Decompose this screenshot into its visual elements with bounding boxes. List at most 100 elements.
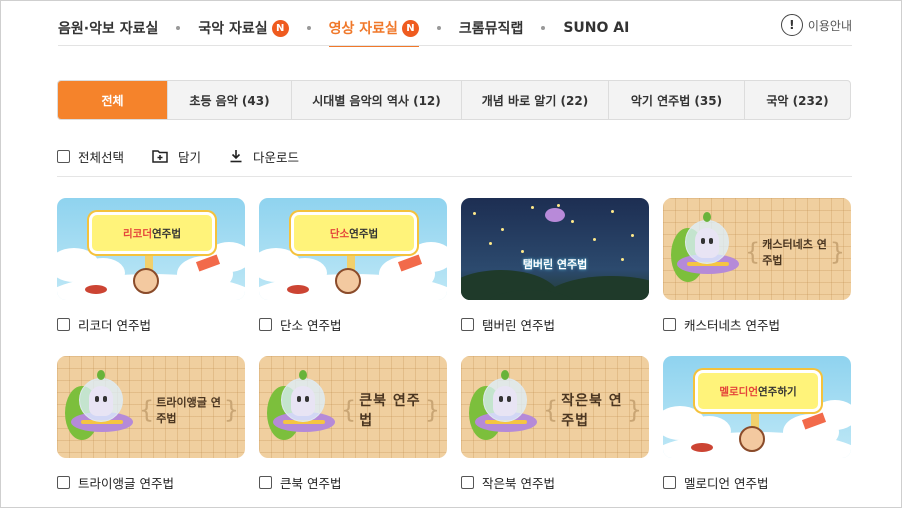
brace-shape: } [829,238,845,266]
download-button[interactable]: 다운로드 [229,147,299,166]
video-thumbnail[interactable]: {캐스터네츠 연주법} [663,198,851,300]
alien-character [493,386,517,416]
video-thumbnail[interactable]: 멜로디언 연주하기 [663,356,851,458]
card-checkbox[interactable] [461,476,474,489]
card-title: 캐스터네츠 연주법 [684,318,780,333]
video-card[interactable]: {큰북 연주법} 큰북 연주법 [259,356,447,492]
star-shape [593,238,596,241]
card-label-row[interactable]: 트라이앵글 연주법 [57,473,245,492]
tab-concepts[interactable]: 개념 바로 알기 (22) [461,81,608,119]
select-all-checkbox[interactable]: 전체선택 [57,147,124,166]
video-thumbnail[interactable]: {트라이앵글 연주법} [57,356,245,458]
card-title: 작은북 연주법 [482,476,555,491]
card-label-row[interactable]: 멜로디언 연주법 [663,473,851,492]
card-checkbox[interactable] [663,476,676,489]
star-shape [611,210,614,213]
alien-eye [103,396,107,402]
card-checkbox[interactable] [57,476,70,489]
tab-music-history[interactable]: 시대별 음악의 역사 (12) [291,81,461,119]
info-icon: ! [780,14,803,36]
tab-elementary-music[interactable]: 초등 음악 (43) [167,81,291,119]
card-label-row[interactable]: 리코더 연주법 [57,315,245,334]
toolbar-divider [57,176,852,177]
card-checkbox[interactable] [259,318,272,331]
add-button[interactable]: 담기 [152,147,201,166]
alien-eye [305,396,309,402]
brace-shape: } [626,396,643,424]
card-label-row[interactable]: 캐스터네츠 연주법 [663,315,851,334]
video-thumbnail[interactable]: 단소 연주법 [259,198,447,300]
thumbnail-title-highlight: 단소 [329,227,350,240]
alien-eye [709,238,713,244]
drum-illustration [85,285,107,294]
brace-shape: { [543,396,560,424]
video-thumbnail[interactable]: {큰북 연주법} [259,356,447,458]
video-thumbnail[interactable]: 리코더 연주법 [57,198,245,300]
alien-character [89,386,113,416]
card-label-row[interactable]: 단소 연주법 [259,315,447,334]
nav-item-chrome-music-lab[interactable]: 크롬뮤직랩 [459,10,523,46]
alien-eye [499,396,503,402]
tab-all[interactable]: 전체 [58,81,167,119]
alien-eye [95,396,99,402]
alien-eye [507,396,511,402]
thumbnail-title-group: {캐스터네츠 연주법} [743,236,847,268]
card-checkbox[interactable] [461,318,474,331]
video-card[interactable]: 단소 연주법 단소 연주법 [259,198,447,334]
card-checkbox[interactable] [259,476,272,489]
thumbnail-title-sign: 멜로디언 연주하기 [695,370,821,412]
card-title: 트라이앵글 연주법 [78,476,174,491]
alien-character [695,228,719,258]
card-label-row[interactable]: 작은북 연주법 [461,473,649,492]
tab-instrument-playing[interactable]: 악기 연주법 (35) [608,81,744,119]
alien-eye [297,396,301,402]
download-icon [229,149,243,163]
card-title: 탬버린 연주법 [482,318,555,333]
nav-separator [541,26,546,30]
nav-separator [176,26,181,30]
checkbox[interactable] [57,149,70,163]
star-shape [473,212,476,215]
card-label-row[interactable]: 탬버린 연주법 [461,315,649,334]
video-thumbnail[interactable]: {작은북 연주법} [461,356,649,458]
nav-item-audio-score[interactable]: 음원·악보 자료실 [58,10,158,46]
video-card[interactable]: 멜로디언 연주하기멜로디언 연주법 [663,356,851,492]
nav-item-gugak[interactable]: 국악 자료실 N [198,10,289,46]
usage-guide-link[interactable]: ! 이용안내 [780,14,852,36]
thumbnail-title: 트라이앵글 연주법 [156,396,221,425]
nav-item-suno-ai[interactable]: SUNO AI [563,10,629,46]
top-navigation: 음원·악보 자료실 국악 자료실 N 영상 자료실 N 크롬뮤직랩 SUNO AI [58,10,852,47]
video-card[interactable]: {작은북 연주법} 작은북 연주법 [461,356,649,492]
add-label: 담기 [178,149,202,165]
card-title: 리코더 연주법 [78,318,151,333]
thumbnail-title: 큰북 연주법 [359,393,421,429]
folder-plus-icon [152,149,168,163]
brace-shape: { [341,396,358,424]
video-card[interactable]: 리코더 연주법 리코더 연주법 [57,198,245,334]
thumbnail-title-group: {큰북 연주법} [339,393,443,429]
brace-shape: { [139,396,155,424]
toolbar: 전체선택 담기 다운로드 [57,146,327,166]
star-shape [571,220,574,223]
nav-item-video[interactable]: 영상 자료실 N [328,10,420,47]
video-card[interactable]: 탬버린 연주법 탬버린 연주법 [461,198,649,334]
thumbnail-title: 연주법 [349,227,379,240]
video-card[interactable]: {캐스터네츠 연주법} 캐스터네츠 연주법 [663,198,851,334]
ufo-illustration [545,208,565,222]
thumbnail-title-group: {트라이앵글 연주법} [137,394,241,426]
video-card[interactable]: {트라이앵글 연주법} 트라이앵글 연주법 [57,356,245,492]
character-illustration [739,426,765,452]
download-label: 다운로드 [253,149,300,165]
drum-illustration [287,285,309,294]
alien-eye [701,238,705,244]
card-checkbox[interactable] [663,318,676,331]
thumbnail-title: 연주하기 [758,385,797,398]
card-label-row[interactable]: 큰북 연주법 [259,473,447,492]
video-thumbnail[interactable]: 탬버린 연주법 [461,198,649,300]
card-title: 멜로디언 연주법 [684,476,769,491]
nav-separator [306,26,311,30]
tab-gugak[interactable]: 국악 (232) [744,81,850,119]
star-shape [631,234,634,237]
card-checkbox[interactable] [57,318,70,331]
thumbnail-title-sign: 단소 연주법 [291,212,417,254]
